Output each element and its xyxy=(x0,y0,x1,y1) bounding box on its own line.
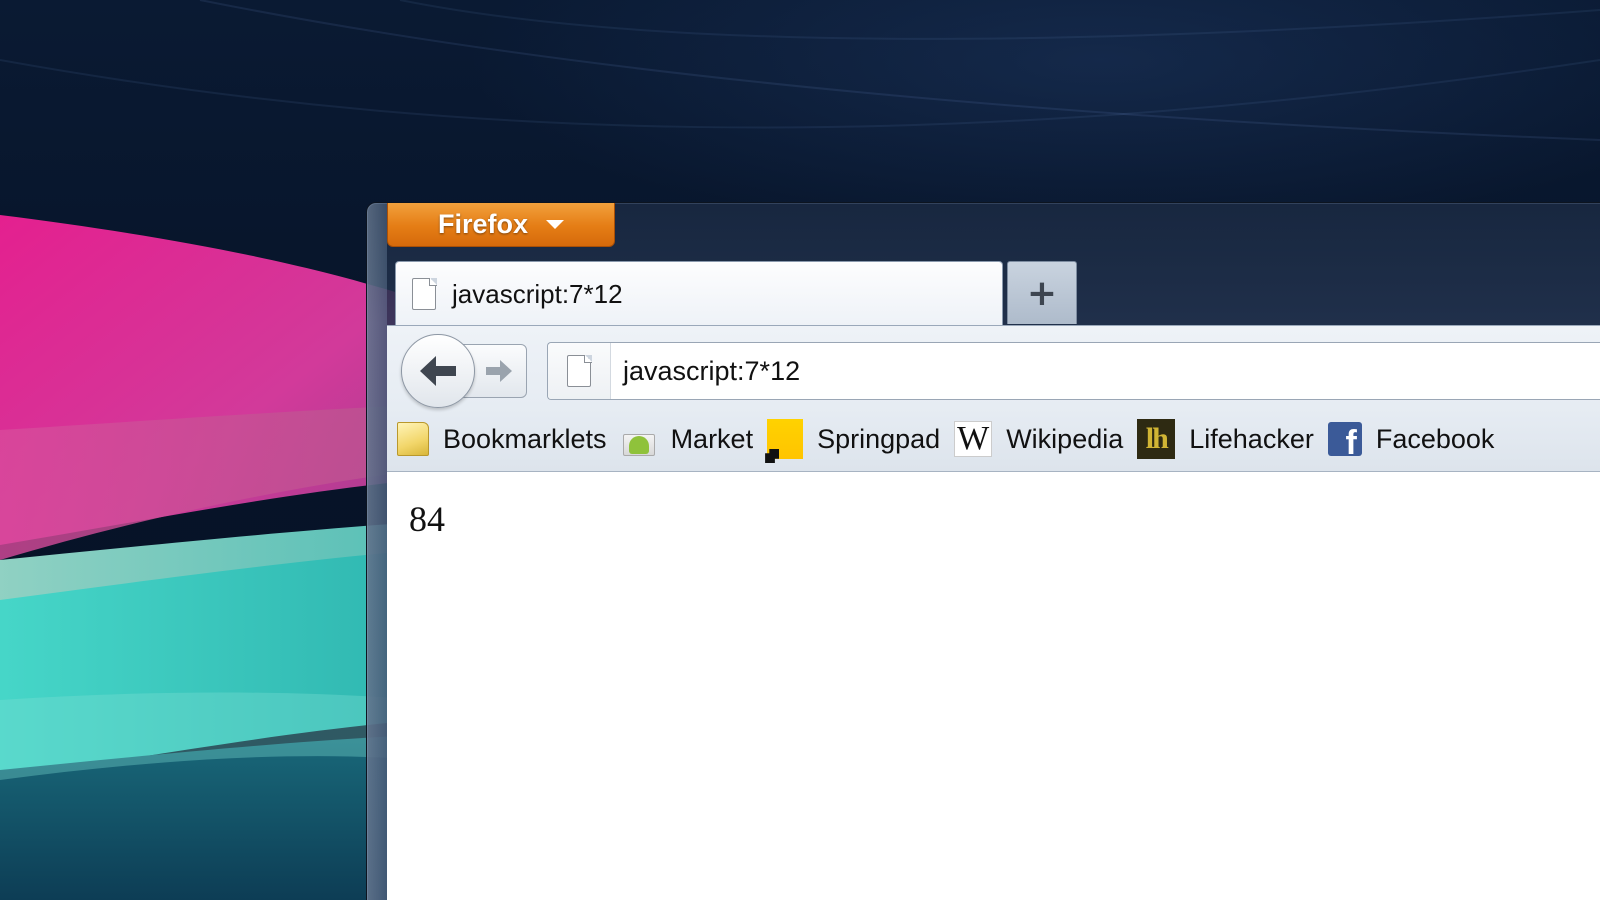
firefox-menu-label: Firefox xyxy=(437,208,529,239)
bookmark-market[interactable]: Market xyxy=(621,407,754,471)
wikipedia-icon: W xyxy=(954,421,993,457)
springpad-icon xyxy=(765,419,804,463)
arrow-right-icon xyxy=(486,360,512,382)
bookmark-label: Market xyxy=(670,423,754,454)
url-bar[interactable]: javascript:7*12 xyxy=(547,342,1600,400)
bookmark-springpad[interactable]: Springpad xyxy=(765,407,941,471)
folder-icon xyxy=(397,422,429,456)
plus-icon: + xyxy=(1026,272,1058,314)
bookmark-label: Bookmarklets xyxy=(443,423,607,454)
tab-label: javascript:7*12 xyxy=(452,278,623,309)
firefox-window: Firefox javascript:7*12 + javascript:7*1… xyxy=(366,202,1600,900)
android-market-icon xyxy=(621,422,657,456)
bookmark-label: Facebook xyxy=(1375,423,1495,454)
facebook-icon: f xyxy=(1327,422,1362,456)
bookmark-label: Springpad xyxy=(817,423,941,454)
bookmark-label: Wikipedia xyxy=(1006,423,1124,454)
bookmarks-toolbar: Bookmarklets Market Springpad W Wikipedi… xyxy=(387,407,1600,472)
tab-active[interactable]: javascript:7*12 xyxy=(395,261,1003,326)
bookmark-facebook[interactable]: f Facebook xyxy=(1327,407,1495,471)
javascript-result: 84 xyxy=(409,499,445,539)
page-icon xyxy=(567,354,592,387)
arrow-left-icon xyxy=(420,356,456,386)
navigation-toolbar: javascript:7*12 xyxy=(387,325,1600,408)
url-text[interactable]: javascript:7*12 xyxy=(623,356,800,387)
chevron-down-icon xyxy=(546,219,565,229)
firefox-menu-button[interactable]: Firefox xyxy=(387,203,615,247)
new-tab-button[interactable]: + xyxy=(1007,261,1077,324)
desktop-background: Firefox javascript:7*12 + javascript:7*1… xyxy=(0,0,1600,900)
page-icon xyxy=(412,277,437,310)
bookmark-wikipedia[interactable]: W Wikipedia xyxy=(954,407,1123,471)
back-button[interactable] xyxy=(401,334,475,408)
page-content: 84 xyxy=(387,472,1600,900)
facebook-glyph: f xyxy=(1345,424,1357,456)
window-frame xyxy=(367,203,387,900)
bookmark-label: Lifehacker xyxy=(1189,423,1314,454)
site-identity-button[interactable] xyxy=(548,343,611,399)
lifehacker-icon: lh xyxy=(1137,419,1176,459)
bookmark-lifehacker[interactable]: lh Lifehacker xyxy=(1137,407,1314,471)
bookmark-bookmarklets[interactable]: Bookmarklets xyxy=(397,407,607,471)
